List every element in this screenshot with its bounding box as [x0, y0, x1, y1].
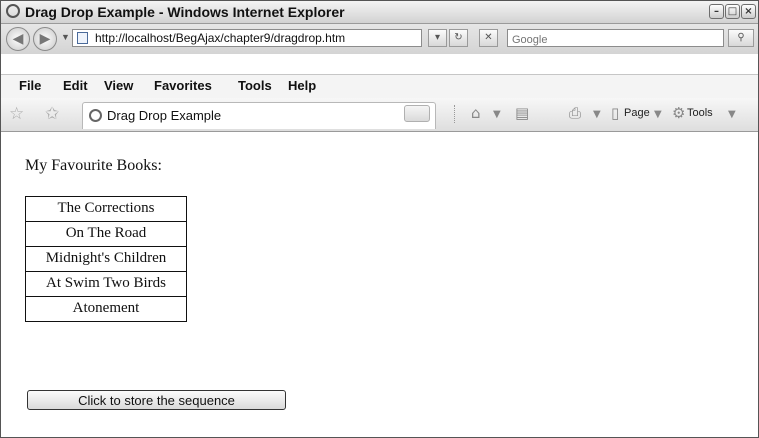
book-item[interactable]: Midnight's Children	[26, 247, 186, 272]
page-menu-button[interactable]: Page	[624, 107, 650, 119]
recent-pages-dropdown[interactable]: ▼	[61, 32, 70, 42]
title-bar: Drag Drop Example - Windows Internet Exp…	[1, 1, 758, 24]
feeds-icon[interactable]: ▤	[515, 104, 529, 122]
print-icon[interactable]: ⎙	[569, 104, 581, 122]
tab-drag-drop-example[interactable]: Drag Drop Example	[82, 102, 436, 129]
search-input[interactable]	[508, 32, 716, 48]
page-heading: My Favourite Books:	[25, 157, 162, 174]
address-toolbar: ◀ ▶ ▼ http://localhost/BegAjax/chapter9/…	[1, 24, 758, 54]
tab-page-icon	[89, 109, 102, 122]
tools-menu-button[interactable]: Tools	[687, 107, 713, 119]
tools-gear-icon: ⚙	[672, 104, 686, 122]
favorites-star-icon[interactable]: ☆	[9, 104, 24, 124]
refresh-button[interactable]: ↻	[449, 29, 468, 47]
menu-edit[interactable]: Edit	[63, 78, 88, 93]
address-dropdown-button[interactable]: ▾	[428, 29, 447, 47]
book-item[interactable]: At Swim Two Birds	[26, 272, 186, 297]
book-item[interactable]: On The Road	[26, 222, 186, 247]
minimize-button[interactable]: –	[709, 4, 724, 19]
add-favorites-icon[interactable]: ✩	[45, 104, 59, 124]
tools-dropdown-icon[interactable]: ▼	[728, 109, 736, 120]
internet-explorer-icon	[6, 4, 20, 18]
menu-view[interactable]: View	[104, 78, 133, 93]
page-dropdown-icon[interactable]: ▼	[654, 109, 662, 120]
book-item[interactable]: The Corrections	[26, 197, 186, 222]
address-bar[interactable]: http://localhost/BegAjax/chapter9/dragdr…	[72, 29, 422, 47]
window-title: Drag Drop Example - Windows Internet Exp…	[25, 4, 345, 20]
close-button[interactable]: ×	[741, 4, 756, 19]
menu-tools[interactable]: Tools	[238, 78, 272, 93]
new-tab-button[interactable]	[404, 105, 430, 122]
menu-bar: File Edit View Favorites Tools Help	[1, 74, 758, 99]
home-icon[interactable]: ⌂	[471, 104, 481, 122]
page-icon	[77, 32, 88, 44]
book-list: The Corrections On The Road Midnight's C…	[25, 196, 187, 322]
menu-favorites[interactable]: Favorites	[154, 78, 212, 93]
browser-window: Drag Drop Example - Windows Internet Exp…	[0, 0, 759, 438]
toolbar-separator	[454, 105, 457, 123]
menu-help[interactable]: Help	[288, 78, 316, 93]
window-controls: – □ ×	[709, 4, 756, 19]
home-dropdown-icon[interactable]: ▼	[493, 109, 501, 120]
forward-button[interactable]: ▶	[33, 27, 57, 51]
store-sequence-button[interactable]: Click to store the sequence	[27, 390, 286, 410]
command-bar: ☆ ✩ Drag Drop Example ⌂ ▼ ▤ ⎙ ▼ ▯ Page ▼…	[1, 98, 758, 132]
search-button[interactable]: ⚲	[728, 29, 754, 47]
tab-label[interactable]: Drag Drop Example	[107, 108, 221, 123]
maximize-button[interactable]: □	[725, 4, 740, 19]
book-item[interactable]: Atonement	[26, 297, 186, 321]
back-button[interactable]: ◀	[6, 27, 30, 51]
address-url[interactable]: http://localhost/BegAjax/chapter9/dragdr…	[95, 31, 345, 45]
menu-file[interactable]: File	[19, 78, 41, 93]
stop-button[interactable]: ✕	[479, 29, 498, 47]
page-content: My Favourite Books: The Corrections On T…	[1, 132, 758, 437]
search-box[interactable]	[507, 29, 724, 48]
print-dropdown-icon[interactable]: ▼	[593, 109, 601, 120]
page-menu-icon: ▯	[611, 104, 620, 122]
